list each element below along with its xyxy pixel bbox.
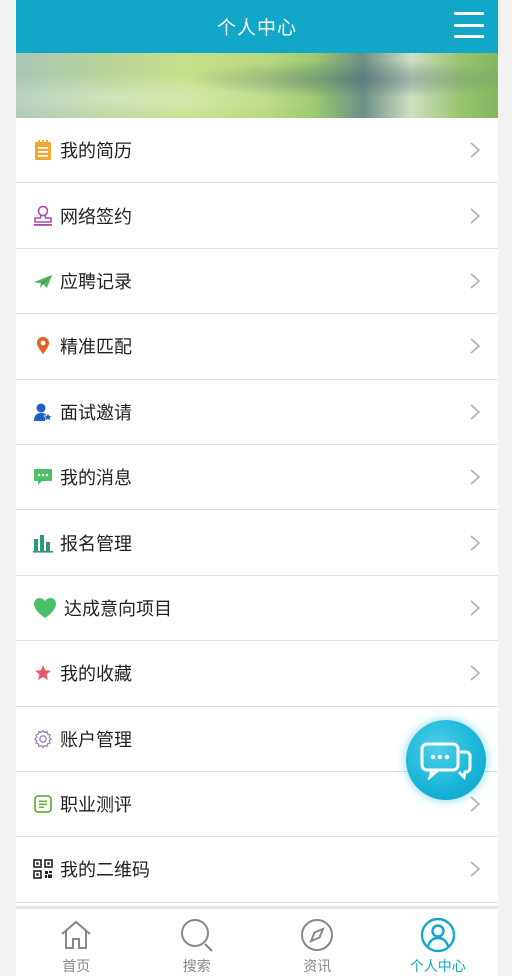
customer-service-chat-button[interactable]: [406, 720, 486, 800]
tab-search[interactable]: 搜索: [137, 909, 258, 976]
menu-item-label: 我的二维码: [60, 860, 150, 882]
chevron-right-icon: [470, 207, 481, 224]
compass-icon: [298, 916, 336, 954]
menu-item-label: 我的收藏: [60, 664, 132, 686]
hamburger-menu-icon[interactable]: [454, 12, 484, 38]
tab-label: 资讯: [303, 959, 332, 975]
chat-icon: [420, 742, 472, 780]
chevron-right-icon: [470, 665, 481, 681]
chat-bubble-icon: [32, 466, 54, 488]
search-icon: [178, 916, 216, 954]
user-circle-icon: [419, 916, 457, 954]
menu-item-application-records[interactable]: 应聘记录: [16, 249, 498, 315]
menu-item-label: 网络签约: [60, 206, 132, 228]
gear-icon: [32, 728, 54, 750]
menu-item-my-messages[interactable]: 我的消息: [16, 445, 498, 511]
menu-item-label: 职业测评: [60, 795, 132, 817]
profile-banner: [16, 53, 498, 118]
chevron-right-icon: [470, 861, 481, 878]
heart-icon: [32, 597, 58, 619]
menu-item-interview-invitation[interactable]: 面试邀请: [16, 380, 498, 445]
chevron-right-icon: [470, 338, 481, 354]
chevron-right-icon: [470, 273, 481, 289]
menu-item-label: 达成意向项目: [64, 598, 172, 620]
tab-label: 搜索: [182, 959, 211, 975]
star-icon: [32, 662, 54, 684]
stamp-icon: [32, 205, 54, 227]
document-icon: [32, 793, 54, 815]
tab-home[interactable]: 首页: [16, 909, 137, 976]
qr-code-icon: [32, 858, 54, 880]
menu-item-label: 报名管理: [60, 533, 132, 555]
chevron-right-icon: [470, 796, 481, 812]
header-bar: 个人中心: [16, 0, 498, 53]
bar-chart-icon: [32, 532, 54, 554]
chevron-right-icon: [470, 142, 481, 158]
menu-item-registration-management[interactable]: 报名管理: [16, 510, 498, 576]
menu-item-resume[interactable]: 我的简历: [16, 118, 498, 184]
chevron-right-icon: [470, 404, 481, 420]
tab-news[interactable]: 资讯: [257, 909, 378, 976]
tab-label: 个人中心: [409, 959, 466, 975]
menu-item-my-qr-code[interactable]: 我的二维码: [16, 837, 498, 903]
menu-item-label: 应聘记录: [60, 271, 132, 293]
menu-item-label: 我的消息: [60, 468, 132, 490]
chevron-right-icon: [470, 469, 481, 485]
bottom-tab-bar: 首页 搜索 资讯 个人中心: [16, 906, 498, 976]
tab-personal-center[interactable]: 个人中心: [378, 909, 499, 976]
menu-item-intended-projects[interactable]: 达成意向项目: [16, 576, 498, 642]
menu-item-label: 面试邀请: [60, 402, 132, 424]
chevron-right-icon: [470, 600, 481, 616]
menu-item-online-signing[interactable]: 网络签约: [16, 183, 498, 249]
resume-icon: [32, 139, 54, 161]
paper-plane-icon: [32, 270, 54, 292]
personal-center-page: 个人中心 我的简历 网络签约 应聘记录 精准匹配 面试邀请 我的消息 报名管理 …: [16, 0, 498, 976]
chevron-right-icon: [470, 534, 481, 551]
location-pin-icon: [32, 335, 54, 357]
menu-item-precise-matching[interactable]: 精准匹配: [16, 314, 498, 380]
tab-label: 首页: [62, 959, 91, 975]
user-star-icon: [32, 401, 54, 423]
page-title: 个人中心: [216, 17, 297, 39]
menu-item-my-favorites[interactable]: 我的收藏: [16, 641, 498, 707]
menu-item-label: 我的简历: [60, 141, 132, 163]
home-icon: [57, 916, 95, 954]
menu-item-label: 精准匹配: [60, 337, 132, 359]
